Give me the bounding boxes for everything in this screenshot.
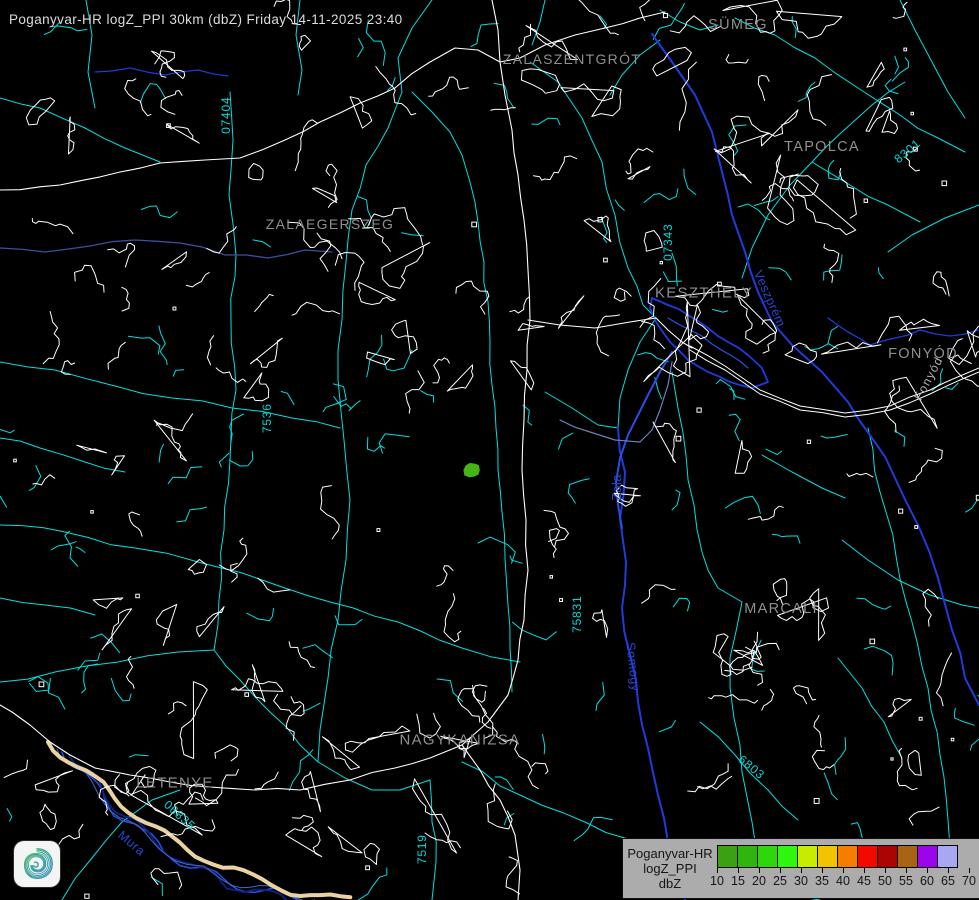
city-label: LETENYE <box>136 774 213 791</box>
city-label: FONYÓD <box>888 345 958 362</box>
city-label: ZALAEGERSZEG <box>266 216 394 232</box>
tick-label: 45 <box>857 874 871 888</box>
spiral-logo-icon <box>17 844 57 884</box>
tick-mark <box>801 868 802 873</box>
tick-label: 65 <box>941 874 955 888</box>
tick-mark <box>822 868 823 873</box>
tick-mark <box>759 868 760 873</box>
tick-label: 25 <box>773 874 787 888</box>
city-label: SÜMEG <box>708 15 768 33</box>
tick-mark <box>717 868 718 873</box>
legend-product: logZ_PPI <box>643 861 696 876</box>
road-number-label: 75831 <box>570 596 584 633</box>
dbz-cell-40 <box>837 845 858 868</box>
tick-mark <box>969 868 970 873</box>
road-number-label: 8301 <box>891 136 923 166</box>
tick-label: 40 <box>836 874 850 888</box>
water-county-label: Zala <box>610 474 624 501</box>
road-number-label: 7536 <box>260 403 274 433</box>
dbz-cell-60 <box>917 845 938 868</box>
legend-unit: dbZ <box>659 876 681 891</box>
tick-label: 20 <box>752 874 766 888</box>
city-label: NAGYKANIZSA <box>400 731 521 748</box>
tick-mark <box>906 868 907 873</box>
tick-label: 30 <box>794 874 808 888</box>
met-spiral-logo <box>14 841 60 887</box>
dbz-cell-65 <box>937 845 958 868</box>
dbz-cell-30 <box>797 845 818 868</box>
tick-label: 55 <box>899 874 913 888</box>
tick-mark <box>885 868 886 873</box>
tick-mark <box>948 868 949 873</box>
dbz-cell-10 <box>717 845 738 868</box>
tick-label: 70 <box>962 874 976 888</box>
tick-mark <box>864 868 865 873</box>
dbz-color-legend: Poganyvar-HR logZ_PPI dbZ 10 15 20 25 30 35 40… <box>622 838 979 899</box>
dbz-cell-25 <box>777 845 798 868</box>
tick-mark <box>738 868 739 873</box>
dbz-cell-50 <box>877 845 898 868</box>
road-number-label: 07404 <box>219 97 233 134</box>
tick-mark <box>780 868 781 873</box>
scale-ticks: 10152025303540455055606570 <box>717 868 979 894</box>
dbz-cell-45 <box>857 845 878 868</box>
water-county-label: Somogy <box>623 642 642 693</box>
tick-label: 60 <box>920 874 934 888</box>
map-canvas: SÜMEG ZALASZENTGRÓT TAPOLCA ZALAEGERSZEG KES… <box>0 0 979 900</box>
tick-mark <box>843 868 844 873</box>
dbz-color-scale: 10152025303540455055606570 <box>717 839 979 898</box>
tick-label: 10 <box>710 874 724 888</box>
dbz-cell-20 <box>757 845 778 868</box>
tick-label: 50 <box>878 874 892 888</box>
city-label: KESZTHELY <box>655 284 753 301</box>
radar-echo <box>463 463 479 477</box>
legend-station: Poganyvar-HR <box>627 846 712 861</box>
radar-map: SÜMEG ZALASZENTGRÓT TAPOLCA ZALAEGERSZEG KES… <box>0 0 979 900</box>
product-title: Poganyvar-HR logZ_PPI 30km (dbZ) Friday … <box>9 12 403 27</box>
dbz-cell-35 <box>817 845 838 868</box>
road-number-label: 7519 <box>415 834 429 864</box>
city-label: ZALASZENTGRÓT <box>503 51 641 67</box>
tick-label: 15 <box>731 874 745 888</box>
tick-label: 35 <box>815 874 829 888</box>
dbz-cell-55 <box>897 845 918 868</box>
road-number-label: 6803 <box>736 752 768 782</box>
tick-mark <box>927 868 928 873</box>
dbz-cell-15 <box>737 845 758 868</box>
radar-viewer: SÜMEG ZALASZENTGRÓT TAPOLCA ZALAEGERSZEG KES… <box>0 0 979 900</box>
city-label: TAPOLCA <box>784 139 860 155</box>
city-label: MARCALI <box>744 601 818 617</box>
water-county-label: Mura <box>115 828 148 859</box>
color-cells <box>717 845 958 868</box>
road-number-label: 07343 <box>661 224 675 261</box>
